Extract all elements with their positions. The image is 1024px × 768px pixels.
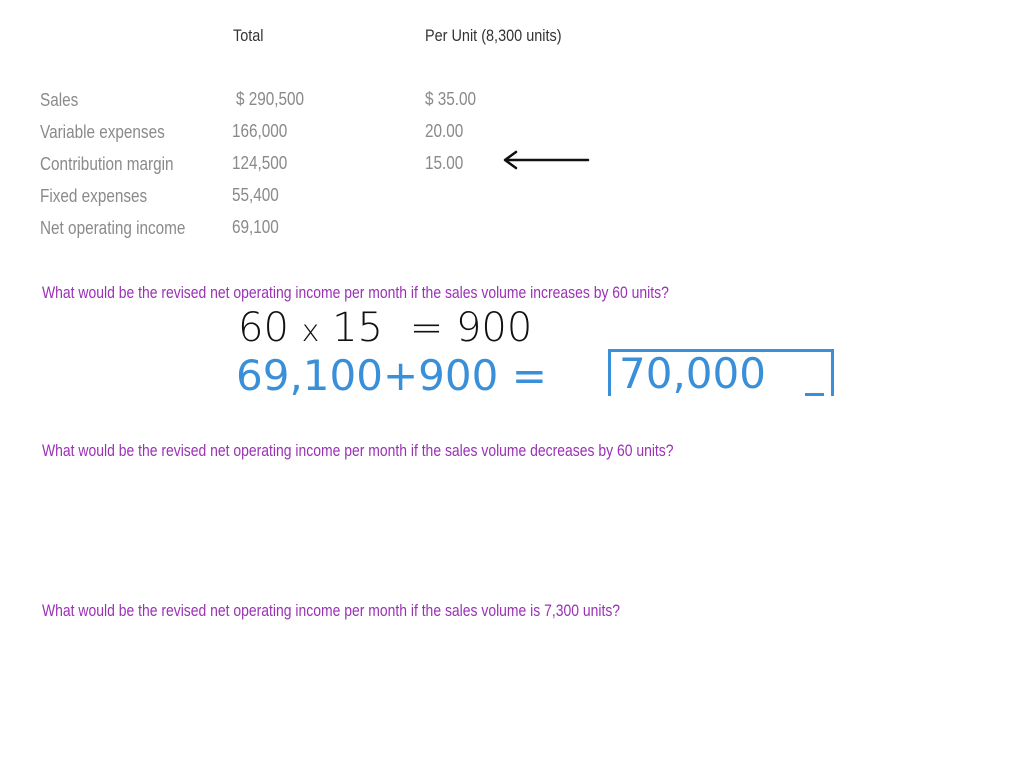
boxed-answer-base (805, 393, 824, 396)
work-line-1: 60 x 15 = 900 (238, 305, 532, 351)
question-1: What would be the revised net operating … (42, 283, 669, 302)
question-3: What would be the revised net operating … (42, 601, 621, 620)
work-operator: + (382, 351, 419, 400)
work-value: 60 (238, 305, 289, 351)
row-per-unit: 20.00 (425, 121, 464, 141)
work-line-2: 69,100+900 = (236, 351, 547, 400)
work-equals: = (409, 305, 444, 351)
row-label: Net operating income (40, 218, 186, 238)
work-value: 900 (418, 351, 499, 400)
row-total: 55,400 (232, 185, 279, 205)
boxed-answer: 70,000 (608, 349, 834, 396)
work-result: 900 (455, 305, 533, 351)
row-total: $ 290,500 (236, 89, 305, 109)
row-per-unit: $ 35.00 (425, 89, 477, 109)
work-equals: = (511, 351, 547, 400)
row-label: Contribution margin (40, 154, 174, 174)
work-result: 70,000 (619, 349, 766, 398)
work-value: 15 (332, 305, 384, 351)
table-header-total: Total (233, 26, 264, 45)
row-label: Variable expenses (40, 122, 165, 142)
work-value: 69,100 (236, 351, 383, 400)
row-total: 166,000 (232, 121, 288, 141)
row-label: Fixed expenses (40, 186, 148, 206)
question-2: What would be the revised net operating … (42, 441, 674, 460)
row-label: Sales (40, 90, 79, 110)
row-per-unit: 15.00 (425, 153, 464, 173)
left-arrow-icon (503, 150, 590, 170)
row-total: 124,500 (232, 153, 288, 173)
table-header-per-unit: Per Unit (8,300 units) (425, 26, 562, 45)
work-operator: x (301, 314, 320, 349)
row-total: 69,100 (232, 217, 279, 237)
